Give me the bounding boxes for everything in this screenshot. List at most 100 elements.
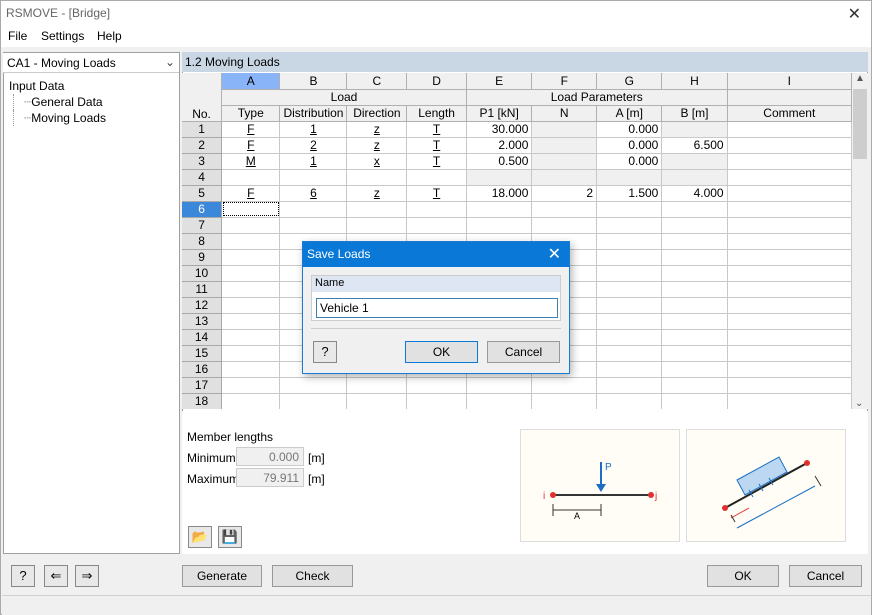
cell-n[interactable] [531, 137, 598, 154]
cell-type[interactable]: F [221, 121, 281, 138]
cell-comment[interactable] [727, 153, 852, 170]
row-number[interactable]: 14 [182, 329, 223, 346]
open-folder-icon[interactable]: 📂 [188, 526, 212, 548]
cell-comment[interactable] [727, 217, 852, 234]
cell-a[interactable] [596, 345, 663, 362]
cell-b[interactable]: 4.000 [661, 185, 728, 202]
cell-a[interactable] [596, 281, 663, 298]
cell-a[interactable] [596, 201, 663, 218]
cell-b[interactable] [661, 361, 728, 378]
table-scrollbar[interactable]: ▲ ⌄ [852, 73, 868, 409]
col-letter[interactable]: C [346, 73, 408, 90]
cell-comment[interactable] [727, 281, 852, 298]
cell-comment[interactable] [727, 265, 852, 282]
cell-type[interactable] [221, 313, 281, 330]
cell-dir[interactable] [346, 169, 408, 186]
cell-p1[interactable] [466, 217, 533, 234]
col-letter[interactable]: F [531, 73, 598, 90]
cell-comment[interactable] [727, 169, 852, 186]
chevron-down-icon[interactable]: ⌄ [855, 398, 863, 409]
row-number[interactable]: 2 [182, 137, 223, 154]
cell-n[interactable] [531, 121, 598, 138]
cell-dir[interactable]: z [346, 121, 408, 138]
cell-a[interactable] [596, 329, 663, 346]
cell-comment[interactable] [727, 345, 852, 362]
cell-dist[interactable] [279, 169, 348, 186]
menu-file[interactable]: File [8, 29, 27, 43]
cell-a[interactable] [596, 393, 663, 409]
cell-dist[interactable]: 6 [279, 185, 348, 202]
row-number[interactable]: 12 [182, 297, 223, 314]
cell-b[interactable] [661, 121, 728, 138]
cell-comment[interactable] [727, 121, 852, 138]
help-icon[interactable]: ? [313, 341, 337, 363]
cell-type[interactable] [221, 233, 281, 250]
cell-a[interactable] [596, 233, 663, 250]
cell-a[interactable] [596, 297, 663, 314]
cell-dir[interactable]: z [346, 185, 408, 202]
cell-type[interactable] [221, 169, 281, 186]
generate-button[interactable]: Generate [182, 565, 262, 587]
row-number[interactable]: 9 [182, 249, 223, 266]
row-number[interactable]: 7 [182, 217, 223, 234]
cell-type[interactable] [221, 361, 281, 378]
import-icon[interactable]: ⇐ [44, 565, 68, 587]
cell-a[interactable] [596, 361, 663, 378]
cell-b[interactable] [661, 233, 728, 250]
close-icon[interactable]: ✕ [548, 244, 561, 264]
cell-dir[interactable] [346, 201, 408, 218]
cell-n[interactable] [531, 153, 598, 170]
tree-item-general-data[interactable]: ┄General Data [13, 94, 106, 110]
cell-dist[interactable]: 2 [279, 137, 348, 154]
cancel-button[interactable]: Cancel [789, 565, 862, 587]
cell-a[interactable] [596, 265, 663, 282]
cell-dist[interactable]: 1 [279, 153, 348, 170]
cell-comment[interactable] [727, 393, 852, 409]
cell-dir[interactable]: z [346, 137, 408, 154]
cell-b[interactable] [661, 393, 728, 409]
cell-comment[interactable] [727, 313, 852, 330]
cell-len[interactable] [406, 393, 467, 409]
cell-type[interactable] [221, 249, 281, 266]
tree-item-moving-loads[interactable]: ┄Moving Loads [13, 110, 106, 126]
dialog-ok-button[interactable]: OK [405, 341, 478, 363]
cell-a[interactable] [596, 377, 663, 394]
cell-dir[interactable] [346, 377, 408, 394]
cell-p1[interactable] [466, 169, 533, 186]
cell-comment[interactable] [727, 185, 852, 202]
help-icon[interactable]: ? [11, 565, 35, 587]
cell-p1[interactable] [466, 377, 533, 394]
dialog-cancel-button[interactable]: Cancel [487, 341, 560, 363]
row-number[interactable]: 17 [182, 377, 223, 394]
cell-p1[interactable]: 30.000 [466, 121, 533, 138]
col-letter[interactable]: A [221, 73, 281, 90]
col-letter[interactable]: B [279, 73, 348, 90]
cell-a[interactable] [596, 169, 663, 186]
cell-comment[interactable] [727, 201, 852, 218]
cell-n[interactable]: 2 [531, 185, 598, 202]
cell-type[interactable] [221, 217, 281, 234]
row-number[interactable]: 3 [182, 153, 223, 170]
cell-len[interactable] [406, 169, 467, 186]
cell-dist[interactable] [279, 201, 348, 218]
cell-a[interactable]: 1.500 [596, 185, 663, 202]
cell-type[interactable] [221, 297, 281, 314]
col-letter[interactable]: H [661, 73, 728, 90]
cell-p1[interactable] [466, 201, 533, 218]
cell-b[interactable] [661, 329, 728, 346]
cell-b[interactable] [661, 217, 728, 234]
cell-b[interactable] [661, 249, 728, 266]
cell-p1[interactable]: 18.000 [466, 185, 533, 202]
cell-dist[interactable] [279, 377, 348, 394]
cell-b[interactable]: 6.500 [661, 137, 728, 154]
ok-button[interactable]: OK [707, 565, 779, 587]
cell-b[interactable] [661, 201, 728, 218]
cell-b[interactable] [661, 377, 728, 394]
row-number[interactable]: 1 [182, 121, 223, 138]
cell-a[interactable]: 0.000 [596, 121, 663, 138]
export-icon[interactable]: ⇒ [75, 565, 99, 587]
cell-type[interactable] [221, 345, 281, 362]
cell-comment[interactable] [727, 329, 852, 346]
row-number[interactable]: 18 [182, 393, 223, 409]
cell-b[interactable] [661, 281, 728, 298]
